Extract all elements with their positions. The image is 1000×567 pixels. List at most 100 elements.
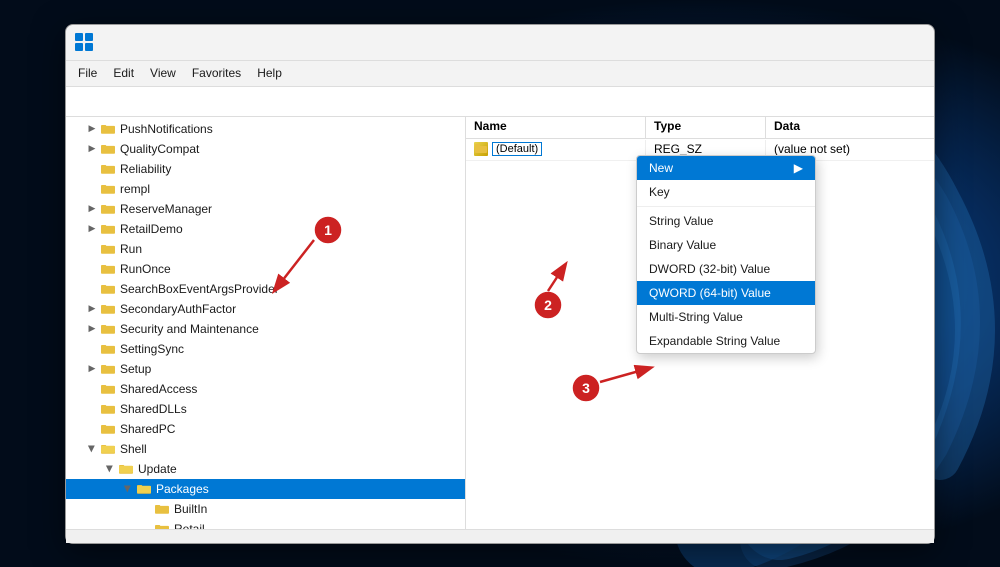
- tree-item-label: SharedPC: [120, 422, 175, 436]
- maximize-button[interactable]: [834, 24, 880, 60]
- folder-icon: [100, 261, 116, 277]
- col-type-header: Type: [646, 117, 766, 138]
- tree-item-label: SharedAccess: [120, 382, 197, 396]
- tree-arrow: ▶: [84, 141, 100, 157]
- folder-icon: [100, 141, 116, 157]
- tree-item[interactable]: ▶ Shell: [66, 439, 465, 459]
- app-icon: [74, 32, 94, 52]
- close-button[interactable]: [880, 24, 926, 60]
- tree-item[interactable]: ▶ QualityCompat: [66, 139, 465, 159]
- tree-item[interactable]: ▶ BuiltIn: [66, 499, 465, 519]
- context-menu-new[interactable]: New ▶: [637, 156, 815, 180]
- main-content: ▶ PushNotifications▶ QualityCompat▶ Reli…: [66, 117, 934, 529]
- window-controls: [788, 24, 926, 60]
- tree-item[interactable]: ▶ SharedPC: [66, 419, 465, 439]
- tree-item[interactable]: ▶ RunOnce: [66, 259, 465, 279]
- tree-panel[interactable]: ▶ PushNotifications▶ QualityCompat▶ Reli…: [66, 117, 466, 529]
- tree-item[interactable]: ▶ Setup: [66, 359, 465, 379]
- tree-item[interactable]: ▶ RetailDemo: [66, 219, 465, 239]
- folder-icon: [100, 281, 116, 297]
- tree-arrow: ▶: [84, 121, 100, 137]
- default-value-name[interactable]: (Default): [492, 142, 542, 156]
- menu-favorites[interactable]: Favorites: [184, 64, 249, 82]
- tree-item-label: rempl: [120, 182, 150, 196]
- tree-item[interactable]: ▶ Security and Maintenance: [66, 319, 465, 339]
- tree-item-label: Security and Maintenance: [120, 322, 259, 336]
- tree-item[interactable]: ▶ Update: [66, 459, 465, 479]
- ctx-item-string[interactable]: String Value: [637, 209, 815, 233]
- tree-arrow: ▶: [84, 301, 100, 317]
- tree-item-label: Run: [120, 242, 142, 256]
- folder-icon: [100, 161, 116, 177]
- tree-item[interactable]: ▶ SearchBoxEventArgsProvider: [66, 279, 465, 299]
- tree-arrow: ▶: [84, 321, 100, 337]
- tree-item[interactable]: ▶ SharedAccess: [66, 379, 465, 399]
- folder-icon: [100, 441, 116, 457]
- menu-edit[interactable]: Edit: [105, 64, 142, 82]
- tree-item-label: Update: [138, 462, 177, 476]
- ctx-item-dword[interactable]: DWORD (32-bit) Value: [637, 257, 815, 281]
- registry-editor-window: File Edit View Favorites Help ▶ PushNoti…: [65, 24, 935, 544]
- folder-icon: [100, 221, 116, 237]
- tree-item[interactable]: ▶ ReserveManager: [66, 199, 465, 219]
- col-data-header: Data: [766, 117, 934, 138]
- cell-name: (Default): [466, 140, 646, 158]
- ctx-item-binary[interactable]: Binary Value: [637, 233, 815, 257]
- tree-item[interactable]: ▶ SecondaryAuthFactor: [66, 299, 465, 319]
- folder-icon: [154, 521, 170, 529]
- tree-item-label: Retail: [174, 522, 205, 529]
- tree-item[interactable]: ▶ SharedDLLs: [66, 399, 465, 419]
- folder-icon: [100, 401, 116, 417]
- tree-arrow: ▶: [120, 481, 136, 497]
- tree-item[interactable]: ▶ Reliability: [66, 159, 465, 179]
- folder-icon: [100, 361, 116, 377]
- folder-icon: [100, 241, 116, 257]
- folder-icon: [100, 121, 116, 137]
- ctx-item-expandable[interactable]: Expandable String Value: [637, 329, 815, 353]
- folder-icon: [100, 381, 116, 397]
- tree-item-label: Reliability: [120, 162, 171, 176]
- tree-item-label: SharedDLLs: [120, 402, 187, 416]
- submenu-arrow: ▶: [794, 161, 803, 175]
- titlebar: [66, 25, 934, 61]
- default-value-icon: [474, 142, 488, 156]
- scrollbar-horizontal[interactable]: [66, 529, 934, 543]
- tree-item-label: SettingSync: [120, 342, 184, 356]
- folder-icon: [100, 341, 116, 357]
- addressbar: [66, 87, 934, 117]
- folder-icon: [118, 461, 134, 477]
- folder-icon: [100, 181, 116, 197]
- context-menu: New ▶ Key String Value Binary Value DWOR…: [636, 155, 816, 354]
- ctx-item-key[interactable]: Key: [637, 180, 815, 204]
- minimize-button[interactable]: [788, 24, 834, 60]
- right-header: Name Type Data: [466, 117, 934, 139]
- folder-icon: [100, 321, 116, 337]
- tree-arrow: ▶: [84, 221, 100, 237]
- tree-item[interactable]: ▶ Run: [66, 239, 465, 259]
- menu-help[interactable]: Help: [249, 64, 290, 82]
- ctx-item-multistring[interactable]: Multi-String Value: [637, 305, 815, 329]
- folder-icon: [154, 501, 170, 517]
- tree-item-label: RunOnce: [120, 262, 171, 276]
- tree-arrow: ▶: [102, 461, 118, 477]
- tree-arrow: ▶: [84, 441, 100, 457]
- folder-icon: [136, 481, 152, 497]
- tree-item[interactable]: ▶ Retail: [66, 519, 465, 529]
- ctx-item-qword[interactable]: QWORD (64-bit) Value: [637, 281, 815, 305]
- menubar: File Edit View Favorites Help: [66, 61, 934, 87]
- right-panel: Name Type Data (Default) REG_SZ (value n…: [466, 117, 934, 529]
- tree-item-label: QualityCompat: [120, 142, 199, 156]
- folder-icon: [100, 421, 116, 437]
- folder-icon: [100, 301, 116, 317]
- tree-item-label: SearchBoxEventArgsProvider: [120, 282, 279, 296]
- tree-item[interactable]: ▶ PushNotifications: [66, 119, 465, 139]
- ctx-divider: [637, 206, 815, 207]
- new-label: New: [649, 161, 673, 175]
- col-name-header: Name: [466, 117, 646, 138]
- tree-item[interactable]: ▶ Packages: [66, 479, 465, 499]
- tree-item[interactable]: ▶ rempl: [66, 179, 465, 199]
- tree-item[interactable]: ▶ SettingSync: [66, 339, 465, 359]
- tree-item-label: ReserveManager: [120, 202, 212, 216]
- menu-file[interactable]: File: [70, 64, 105, 82]
- menu-view[interactable]: View: [142, 64, 184, 82]
